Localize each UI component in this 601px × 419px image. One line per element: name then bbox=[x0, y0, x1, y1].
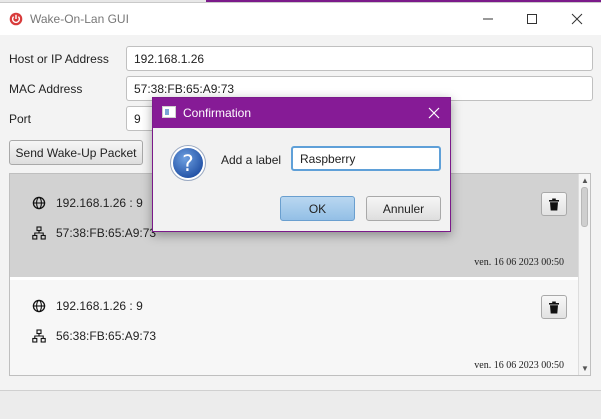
dialog-close-button[interactable] bbox=[426, 105, 442, 121]
network-icon bbox=[32, 329, 46, 343]
globe-icon bbox=[32, 196, 46, 210]
help-icon: ? bbox=[170, 145, 206, 181]
power-icon bbox=[9, 12, 23, 26]
window-close-button[interactable] bbox=[565, 10, 589, 28]
list-scrollbar[interactable]: ▲ ▼ bbox=[578, 174, 590, 375]
label-input[interactable] bbox=[291, 146, 441, 171]
entry-mac: 56:38:FB:65:A9:73 bbox=[56, 329, 157, 343]
mac-label: MAC Address bbox=[9, 82, 83, 96]
entry-host: 192.168.1.26 : 9 bbox=[56, 196, 143, 210]
mac-line: 57:38:FB:65:A9:73 bbox=[32, 226, 156, 240]
close-icon bbox=[571, 13, 583, 25]
maximize-button[interactable] bbox=[520, 10, 544, 28]
minimize-icon bbox=[483, 18, 493, 20]
dialog-title: Confirmation bbox=[183, 106, 252, 120]
list-item[interactable]: 192.168.1.26 : 9 56:38:FB:65:A9:73 ven. … bbox=[10, 280, 580, 375]
port-label: Port bbox=[9, 112, 32, 126]
title-bar: Wake-On-Lan GUI bbox=[0, 3, 601, 35]
window-title: Wake-On-Lan GUI bbox=[30, 12, 129, 26]
window-icon bbox=[162, 106, 176, 118]
close-icon bbox=[428, 107, 440, 119]
host-line: 192.168.1.26 : 9 bbox=[32, 196, 143, 210]
minimize-button[interactable] bbox=[476, 10, 500, 28]
maximize-icon bbox=[527, 14, 537, 24]
trash-icon bbox=[549, 198, 559, 210]
mac-line: 56:38:FB:65:A9:73 bbox=[32, 329, 156, 343]
scroll-thumb[interactable] bbox=[581, 187, 588, 227]
network-icon bbox=[32, 226, 46, 240]
ok-button[interactable]: OK bbox=[280, 196, 355, 221]
delete-entry-button[interactable] bbox=[541, 295, 567, 319]
dialog-title-bar: Confirmation bbox=[153, 98, 450, 128]
entry-date: ven. 16 06 2023 00:50 bbox=[474, 360, 564, 371]
scroll-down-icon[interactable]: ▼ bbox=[581, 364, 589, 373]
entry-host: 192.168.1.26 : 9 bbox=[56, 299, 143, 313]
scroll-up-icon[interactable]: ▲ bbox=[581, 176, 589, 185]
label-prompt: Add a label bbox=[221, 153, 282, 167]
host-line: 192.168.1.26 : 9 bbox=[32, 299, 143, 313]
confirmation-dialog: Confirmation ? Add a label OK Annuler bbox=[152, 97, 451, 232]
entry-mac: 57:38:FB:65:A9:73 bbox=[56, 226, 157, 240]
status-bar bbox=[0, 390, 601, 419]
host-input[interactable] bbox=[126, 46, 593, 71]
entry-date: ven. 16 06 2023 00:50 bbox=[474, 257, 564, 268]
trash-icon bbox=[549, 301, 559, 313]
delete-entry-button[interactable] bbox=[541, 192, 567, 216]
svg-text:?: ? bbox=[182, 152, 194, 177]
cancel-button[interactable]: Annuler bbox=[366, 196, 441, 221]
screen: Wake-On-Lan GUI Host or IP Address MAC A… bbox=[0, 0, 601, 419]
host-label: Host or IP Address bbox=[9, 52, 109, 66]
globe-icon bbox=[32, 299, 46, 313]
send-wake-up-button[interactable]: Send Wake-Up Packet bbox=[9, 140, 143, 165]
